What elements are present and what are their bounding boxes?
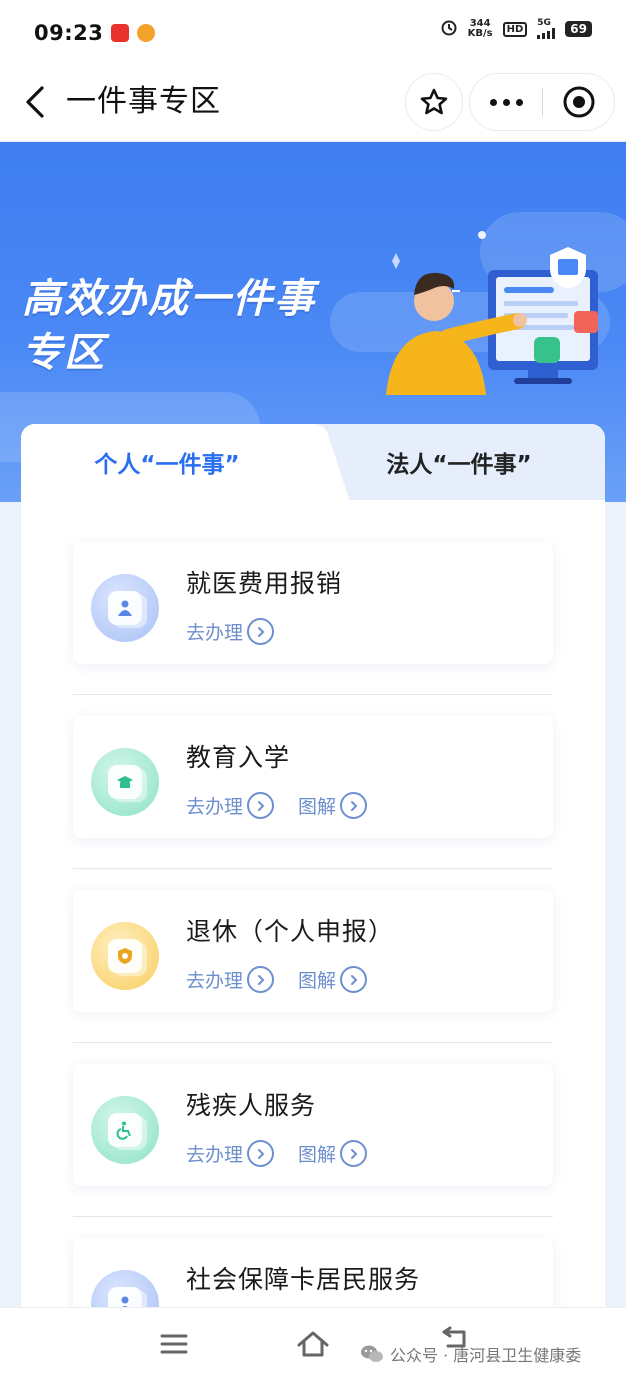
- mini-program-capsule: [470, 74, 614, 130]
- home-button[interactable]: [295, 1326, 331, 1362]
- graduation-cap-icon: [91, 748, 159, 816]
- go-process-button[interactable]: 去办理: [186, 1140, 275, 1167]
- service-item-retirement[interactable]: 退休（个人申报） 去办理 图解: [73, 890, 553, 1012]
- status-bar: 09:23 344 KB/s HD 5G 69: [0, 0, 626, 66]
- taobao-app-icon: [111, 24, 130, 42]
- illustrated-guide-label: 图解: [298, 970, 337, 992]
- tab-individual-label: 个人“一件事”: [94, 452, 240, 478]
- status-indicators: 344 KB/s HD 5G 69: [440, 18, 592, 40]
- service-name: 退休（个人申报）: [186, 917, 395, 946]
- go-process-label: 去办理: [186, 1144, 244, 1166]
- tab-bar: 个人“一件事” 法人“一件事”: [21, 424, 605, 500]
- service-divider: [73, 1216, 553, 1217]
- alarm-icon: [440, 18, 458, 40]
- chevron-right-icon: [247, 618, 275, 645]
- chevron-right-icon: [340, 1140, 368, 1167]
- service-name: 就医费用报销: [186, 569, 343, 598]
- chevron-right-icon: [247, 792, 275, 819]
- target-close-icon: [563, 86, 594, 118]
- chevron-right-icon: [340, 966, 368, 993]
- service-divider: [73, 868, 553, 869]
- service-actions: 去办理 图解: [186, 792, 368, 819]
- battery-icon: 69: [565, 21, 592, 37]
- medical-person-icon: [91, 574, 159, 642]
- home-icon: [297, 1331, 329, 1357]
- wechat-icon: [360, 1344, 384, 1364]
- tab-individual[interactable]: 个人“一件事”: [21, 424, 313, 500]
- app-notification-icon: [137, 24, 156, 42]
- signal-label: 5G: [537, 18, 551, 28]
- service-actions: 去办理 图解: [186, 966, 368, 993]
- banner-title-line1: 高效办成一件事: [22, 276, 316, 322]
- retirement-shield-icon: [91, 922, 159, 990]
- chevron-right-icon: [340, 792, 368, 819]
- service-item-medical-reimbursement[interactable]: 就医费用报销 去办理: [73, 542, 553, 664]
- go-process-label: 去办理: [186, 970, 244, 992]
- status-time: 09:23: [34, 21, 104, 45]
- go-process-button[interactable]: 去办理: [186, 618, 275, 645]
- go-process-button[interactable]: 去办理: [186, 966, 275, 993]
- services-card: 个人“一件事” 法人“一件事” 就医费用报销 去办理 教育入学 去办理 图解 退…: [21, 424, 605, 1324]
- banner-title: 高效办成一件事 专区: [22, 272, 352, 380]
- source-watermark: 公众号 · 唐河县卫生健康委: [360, 1342, 581, 1366]
- service-name: 教育入学: [186, 743, 291, 772]
- back-button[interactable]: [16, 80, 56, 124]
- service-name: 残疾人服务: [186, 1091, 317, 1120]
- go-process-label: 去办理: [186, 622, 244, 644]
- service-divider: [73, 1042, 553, 1043]
- tab-legal-entity[interactable]: 法人“一件事”: [313, 424, 605, 500]
- service-divider: [73, 694, 553, 695]
- chevron-right-icon: [247, 1140, 275, 1167]
- tab-legal-entity-label: 法人“一件事”: [386, 452, 532, 478]
- office-worker-illustration: [386, 231, 598, 395]
- service-name: 社会保障卡居民服务: [186, 1265, 421, 1294]
- hd-badge: HD: [502, 21, 528, 37]
- illustrated-guide-button[interactable]: 图解: [298, 966, 368, 993]
- network-speed: 344 KB/s: [468, 19, 493, 39]
- go-process-button[interactable]: 去办理: [186, 792, 275, 819]
- illustrated-guide-label: 图解: [298, 1144, 337, 1166]
- go-process-label: 去办理: [186, 796, 244, 818]
- menu-button[interactable]: [156, 1326, 192, 1362]
- network-speed-unit: KB/s: [467, 28, 493, 39]
- illustrated-guide-button[interactable]: 图解: [298, 1140, 368, 1167]
- watermark-text: 公众号 · 唐河县卫生健康委: [390, 1346, 582, 1365]
- page-title: 一件事专区: [66, 84, 221, 119]
- service-actions: 去办理: [186, 618, 275, 645]
- favorite-button[interactable]: [406, 74, 462, 130]
- illustrated-guide-button[interactable]: 图解: [298, 792, 368, 819]
- star-icon: [420, 88, 448, 115]
- banner-title-line2: 专区: [22, 330, 106, 376]
- chevron-right-icon: [247, 966, 275, 993]
- more-button[interactable]: [470, 74, 542, 130]
- service-actions: 去办理 图解: [186, 1140, 368, 1167]
- service-item-school-enrollment[interactable]: 教育入学 去办理 图解: [73, 716, 553, 838]
- system-nav-bar: 公众号 · 唐河县卫生健康委: [0, 1307, 626, 1379]
- more-dots-icon: [487, 98, 526, 106]
- service-item-disability-services[interactable]: 残疾人服务 去办理 图解: [73, 1064, 553, 1186]
- nav-bar: 一件事专区: [0, 66, 626, 142]
- signal-bars-icon: [537, 28, 556, 39]
- signal-indicator: 5G: [537, 18, 556, 39]
- illustrated-guide-label: 图解: [298, 796, 337, 818]
- chevron-left-icon: [26, 86, 44, 118]
- close-mini-program-button[interactable]: [543, 74, 614, 130]
- wheelchair-icon: [91, 1096, 159, 1164]
- menu-lines-icon: [160, 1334, 188, 1354]
